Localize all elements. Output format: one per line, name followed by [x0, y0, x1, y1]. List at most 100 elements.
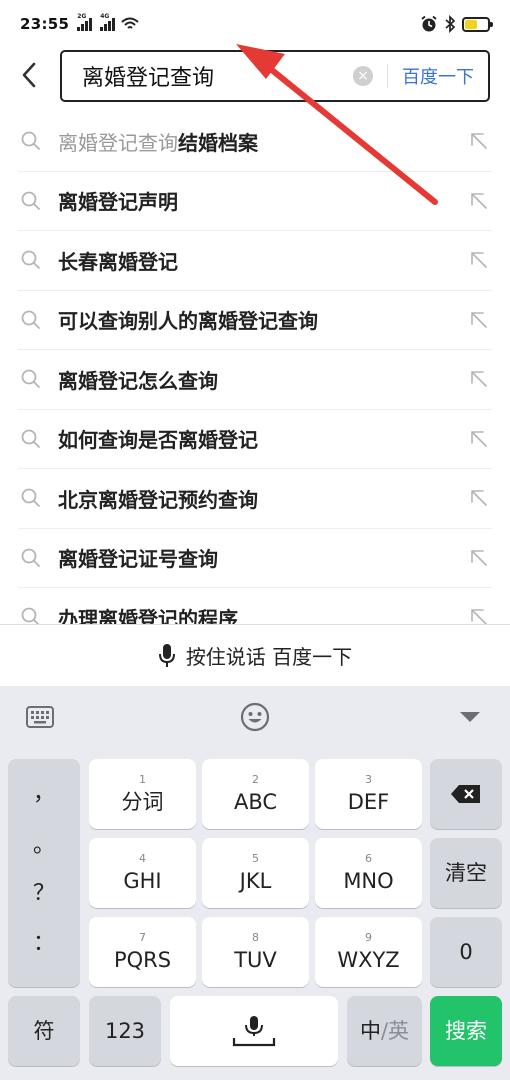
- suggestion-item[interactable]: 离婚登记证号查询: [18, 529, 492, 588]
- suggestion-label: 办理离婚登记的程序: [58, 606, 238, 624]
- fill-query-arrow-icon[interactable]: [468, 309, 490, 331]
- suggestion-text: 可以查询别人的离婚登记查询: [58, 305, 468, 334]
- key-label: 0: [459, 940, 473, 964]
- fill-query-arrow-icon[interactable]: [468, 428, 490, 450]
- key-label: 分词: [121, 790, 164, 814]
- fill-query-arrow-icon[interactable]: [468, 190, 490, 212]
- clear-icon[interactable]: ×: [353, 66, 373, 86]
- suggestion-list: 离婚登记查询结婚档案离婚登记声明长春离婚登记可以查询别人的离婚登记查询离婚登记怎…: [0, 112, 510, 624]
- suggestion-item[interactable]: 离婚登记查询结婚档案: [18, 112, 492, 172]
- status-left: 23:55 2G 4G: [20, 13, 139, 33]
- search-key-button[interactable]: 搜索: [430, 996, 502, 1066]
- collapse-keyboard-icon[interactable]: [458, 710, 482, 724]
- key-number: 2: [252, 773, 259, 786]
- keyboard-icon[interactable]: [26, 706, 54, 728]
- status-bar: 23:55 2G 4G: [0, 0, 510, 48]
- suggestion-label: 离婚登记声明: [58, 190, 178, 215]
- key-number: 8: [252, 931, 259, 944]
- key-label: GHI: [123, 869, 162, 893]
- key-label: JKL: [239, 869, 272, 893]
- signal-icon: 2G: [77, 13, 93, 31]
- search-key-label: 搜索: [445, 1019, 487, 1043]
- key-3-def[interactable]: 3 DEF: [315, 759, 422, 829]
- key-0[interactable]: 0: [430, 917, 502, 987]
- battery-fill: [465, 19, 478, 29]
- emoji-icon[interactable]: [240, 702, 270, 732]
- backspace-button[interactable]: [430, 759, 502, 829]
- suggestion-text: 长春离婚登记: [58, 246, 468, 275]
- suggestion-item[interactable]: 办理离婚登记的程序: [18, 588, 492, 624]
- search-icon: [21, 607, 40, 624]
- suggestion-item[interactable]: 离婚登记声明: [18, 172, 492, 231]
- suggestion-item[interactable]: 可以查询别人的离婚登记查询: [18, 291, 492, 350]
- suggestion-item[interactable]: 如何查询是否离婚登记: [18, 410, 492, 469]
- lang-separator: /: [380, 1019, 389, 1043]
- key-9-wxyz[interactable]: 9 WXYZ: [315, 917, 422, 987]
- search-button[interactable]: 百度一下: [388, 63, 488, 89]
- suggestion-item[interactable]: 离婚登记怎么查询: [18, 350, 492, 410]
- space-voice-button[interactable]: [170, 996, 338, 1066]
- search-input[interactable]: 离婚登记查询: [62, 60, 353, 92]
- lang-en-label: 英: [388, 1019, 410, 1043]
- symbol-button[interactable]: 符: [8, 996, 80, 1066]
- key-label: TUV: [234, 948, 277, 972]
- back-arrow-icon: [22, 62, 36, 88]
- search-icon: [21, 191, 40, 210]
- fill-query-arrow-icon[interactable]: [468, 547, 490, 569]
- suggestion-text: 离婚登记怎么查询: [58, 365, 468, 394]
- lang-zh-label: 中: [359, 1019, 381, 1043]
- suggestion-item[interactable]: 北京离婚登记预约查询: [18, 469, 492, 529]
- key-label: ABC: [233, 790, 278, 814]
- key-2-abc[interactable]: 2 ABC: [202, 759, 309, 829]
- search-header: 离婚登记查询 × 百度一下: [0, 48, 510, 106]
- suggestion-label: 北京离婚登记预约查询: [58, 487, 258, 512]
- suggestion-item[interactable]: 长春离婚登记: [18, 231, 492, 291]
- fill-query-arrow-icon[interactable]: [468, 487, 490, 509]
- punct-comma[interactable]: ，: [8, 775, 80, 807]
- search-icon: [21, 369, 40, 389]
- key-number: 9: [365, 931, 372, 944]
- punct-question[interactable]: ？: [8, 875, 80, 907]
- language-toggle-button[interactable]: 中 / 英: [347, 996, 422, 1066]
- voice-search-bar[interactable]: 按住说话 百度一下: [0, 624, 510, 686]
- clear-button[interactable]: 清空: [430, 838, 502, 908]
- signal-icon: 4G: [100, 13, 116, 31]
- punct-period[interactable]: 。: [8, 827, 80, 859]
- key-5-jkl[interactable]: 5 JKL: [202, 838, 309, 908]
- key-label: WXYZ: [337, 948, 400, 972]
- key-7-pqrs[interactable]: 7 PQRS: [89, 917, 196, 987]
- search-icon: [21, 429, 40, 448]
- number-mode-label: 123: [104, 1019, 146, 1043]
- search-icon: [21, 131, 40, 151]
- symbol-label: 符: [33, 1019, 55, 1043]
- fill-query-arrow-icon[interactable]: [468, 606, 490, 624]
- fill-query-arrow-icon[interactable]: [468, 368, 490, 390]
- key-number: 1: [139, 773, 146, 786]
- punctuation-column[interactable]: ， 。 ？ ：: [8, 759, 80, 987]
- punct-colon[interactable]: ：: [8, 925, 80, 957]
- back-button[interactable]: [14, 60, 44, 90]
- key-6-mno[interactable]: 6 MNO: [315, 838, 422, 908]
- search-box[interactable]: 离婚登记查询 × 百度一下: [60, 50, 490, 102]
- keyboard-toolbar: [0, 686, 510, 750]
- signal-label-1: 2G: [77, 13, 87, 20]
- suggestion-prefix: 离婚登记查询: [58, 130, 178, 155]
- battery-icon: [462, 16, 493, 32]
- key-1-fenci[interactable]: 1 分词: [89, 759, 196, 829]
- suggestion-text: 北京离婚登记预约查询: [58, 484, 468, 513]
- key-number: 6: [365, 852, 372, 865]
- number-mode-button[interactable]: 123: [89, 996, 161, 1066]
- status-right: [420, 15, 493, 33]
- fill-query-arrow-icon[interactable]: [468, 130, 490, 152]
- key-8-tuv[interactable]: 8 TUV: [202, 917, 309, 987]
- signal-label-2: 4G: [100, 13, 110, 20]
- suggestion-text: 离婚登记声明: [58, 186, 468, 215]
- fill-query-arrow-icon[interactable]: [468, 249, 490, 271]
- key-number: 5: [252, 852, 259, 865]
- suggestion-label: 离婚登记证号查询: [58, 547, 218, 572]
- search-icon: [21, 548, 40, 567]
- suggestion-label: 可以查询别人的离婚登记查询: [58, 309, 318, 334]
- search-icon: [21, 488, 40, 508]
- key-4-ghi[interactable]: 4 GHI: [89, 838, 196, 908]
- suggestion-text: 如何查询是否离婚登记: [58, 424, 468, 453]
